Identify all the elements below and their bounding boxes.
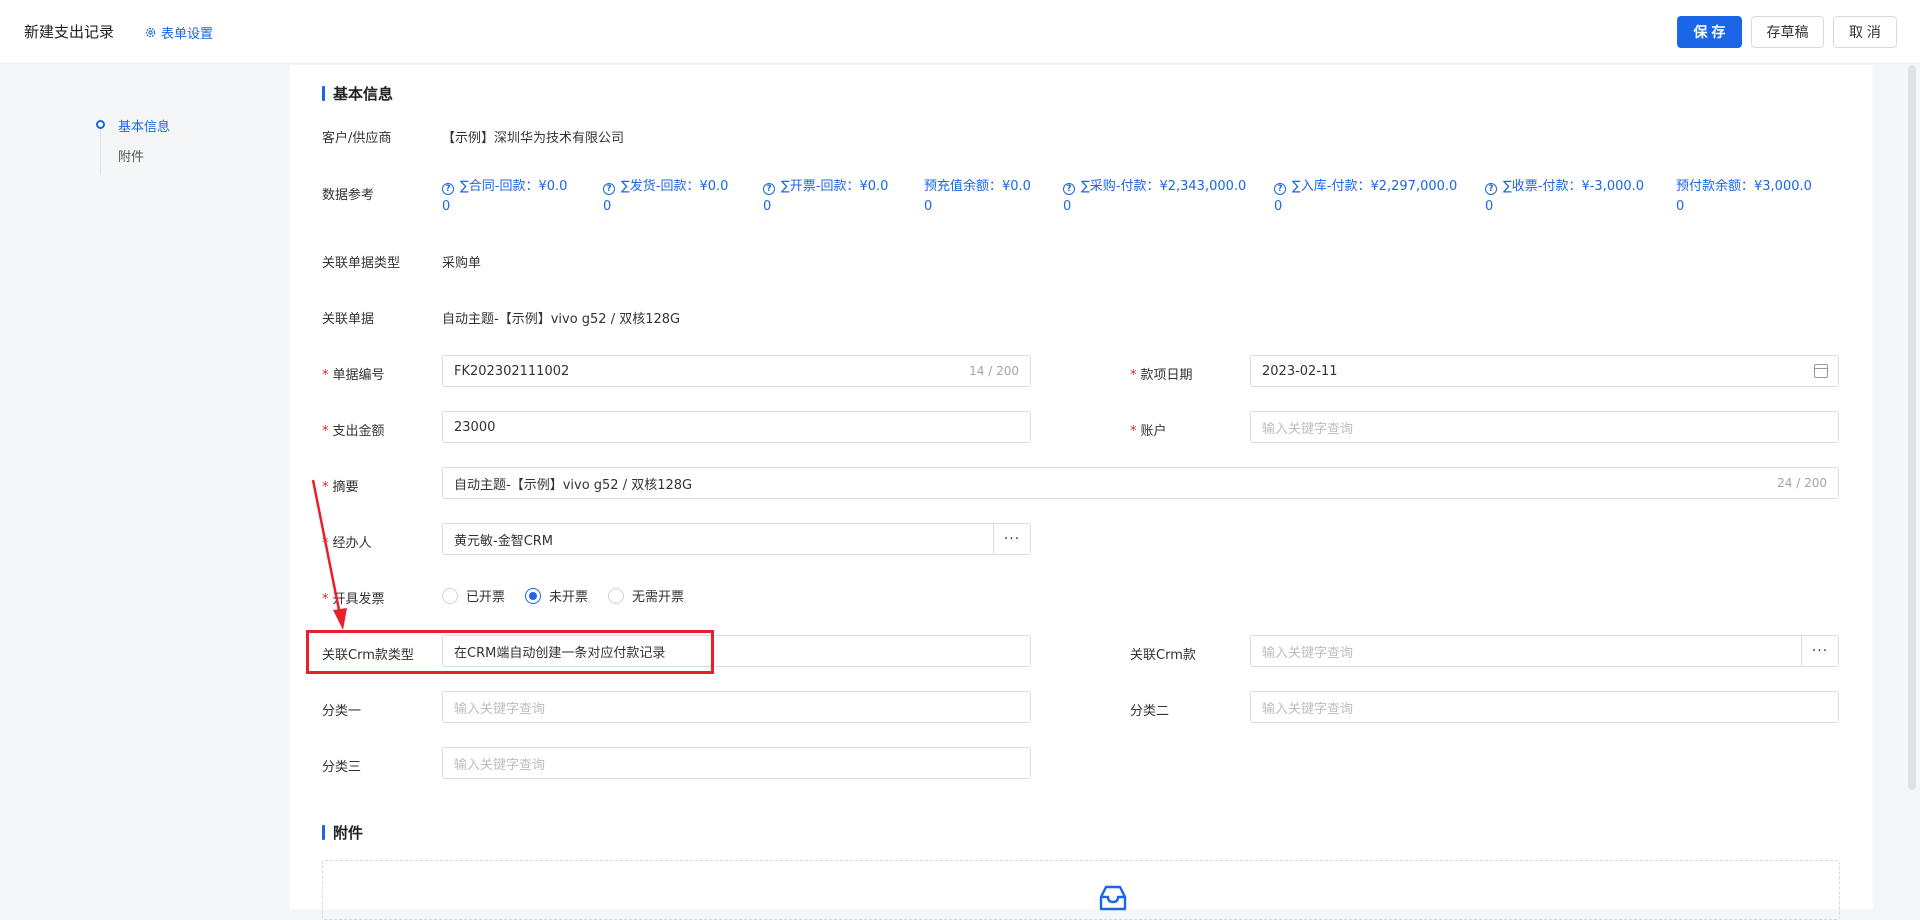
section-title-basic: 基本信息 (322, 83, 393, 104)
help-icon: ? (763, 183, 775, 195)
inbox-icon (1099, 885, 1127, 911)
date-label: * 款项日期 (1130, 368, 1193, 383)
ref-stock-in-payment[interactable]: ? ∑入库-付款：¥2,297,000.0 0 (1274, 177, 1457, 217)
related-doc-label: 关联单据 (322, 312, 375, 327)
doc-number-label: * 单据编号 (322, 368, 385, 383)
ref-contract-payback[interactable]: ? ∑合同-回款：¥0.0 0 (442, 177, 567, 217)
top-bar: 新建支出记录 表单设置 保 存 存草稿 取 消 (0, 0, 1920, 64)
help-icon: ? (442, 183, 454, 195)
save-button[interactable]: 保 存 (1677, 16, 1742, 48)
help-icon: ? (1063, 183, 1075, 195)
active-nav-dot (96, 120, 105, 129)
cancel-button[interactable]: 取 消 (1833, 16, 1897, 48)
side-nav (0, 65, 290, 909)
radio-not-invoiced[interactable]: 未开票 (525, 586, 588, 605)
ref-invoice-payback[interactable]: ? ∑开票-回款：¥0.0 0 (763, 177, 888, 217)
ref-prepaid-balance[interactable]: 预充值余额：¥0.0 0 (924, 177, 1031, 217)
summary-count: 24 / 200 (1777, 476, 1827, 490)
category2-label: 分类二 (1130, 704, 1170, 719)
summary-input[interactable]: 自动主题-【示例】vivo g52 / 双核128G 24 / 200 (442, 467, 1839, 499)
amount-label: * 支出金额 (322, 424, 385, 439)
account-input[interactable]: 输入关键字查询 (1250, 411, 1839, 443)
crm-payment-picker-button[interactable]: ··· (1801, 635, 1839, 667)
doc-type-label: 关联单据类型 (322, 256, 401, 271)
crm-payment-label: 关联Crm款 (1130, 648, 1196, 663)
save-draft-button[interactable]: 存草稿 (1751, 16, 1824, 48)
annotation-arrow (311, 479, 347, 630)
ref-delivery-payback[interactable]: ? ∑发货-回款：¥0.0 0 (603, 177, 728, 217)
date-input[interactable]: 2023-02-11 (1250, 355, 1839, 387)
account-label: * 账户 (1130, 424, 1167, 439)
page-title: 新建支出记录 (24, 23, 115, 41)
radio-no-invoice-needed[interactable]: 无需开票 (608, 586, 684, 605)
ref-purchase-payment[interactable]: ? ∑采购-付款：¥2,343,000.0 0 (1063, 177, 1246, 217)
calendar-icon (1814, 364, 1828, 378)
category3-label: 分类三 (322, 760, 362, 775)
ref-prepayment-balance[interactable]: 预付款余额：¥3,000.0 0 (1676, 177, 1812, 217)
crm-payment-input[interactable]: 输入关键字查询 (1250, 635, 1802, 667)
doc-number-input[interactable]: FK202302111002 14 / 200 (442, 355, 1031, 387)
doc-number-count: 14 / 200 (969, 364, 1019, 378)
invoice-radio-group: 已开票 未开票 无需开票 (442, 586, 684, 605)
category3-input[interactable]: 输入关键字查询 (442, 747, 1031, 779)
form-settings-label: 表单设置 (161, 27, 214, 42)
category1-label: 分类一 (322, 704, 362, 719)
ref-receipt-payment[interactable]: ? ∑收票-付款：¥-3,000.0 0 (1485, 177, 1644, 217)
help-icon: ? (1485, 183, 1497, 195)
related-doc-value: 自动主题-【示例】vivo g52 / 双核128G (442, 312, 681, 327)
vertical-scrollbar[interactable] (1908, 65, 1916, 790)
help-icon: ? (1274, 183, 1286, 195)
nav-item-basic-info[interactable]: 基本信息 (118, 116, 170, 135)
attachment-dropzone[interactable] (322, 860, 1840, 920)
doc-type-value: 采购单 (442, 256, 482, 271)
customer-label: 客户/供应商 (322, 131, 392, 146)
amount-input[interactable]: 23000 (442, 411, 1031, 443)
category2-input[interactable]: 输入关键字查询 (1250, 691, 1839, 723)
form-panel: 基本信息 客户/供应商 【示例】深圳华为技术有限公司 数据参考 ? ∑合同-回款：… (290, 65, 1873, 920)
handler-picker-button[interactable]: ··· (993, 523, 1031, 555)
help-icon: ? (603, 183, 615, 195)
radio-invoiced[interactable]: 已开票 (442, 586, 505, 605)
category1-input[interactable]: 输入关键字查询 (442, 691, 1031, 723)
nav-item-attachments[interactable]: 附件 (118, 146, 144, 165)
handler-input[interactable]: 黄元敏-金智CRM (442, 523, 994, 555)
data-ref-label: 数据参考 (322, 188, 375, 203)
gear-icon (145, 27, 156, 38)
form-settings-link[interactable]: 表单设置 (144, 23, 213, 42)
customer-value: 【示例】深圳华为技术有限公司 (442, 131, 625, 146)
annotation-highlight-box (306, 630, 714, 674)
section-title-attachments: 附件 (322, 822, 363, 843)
